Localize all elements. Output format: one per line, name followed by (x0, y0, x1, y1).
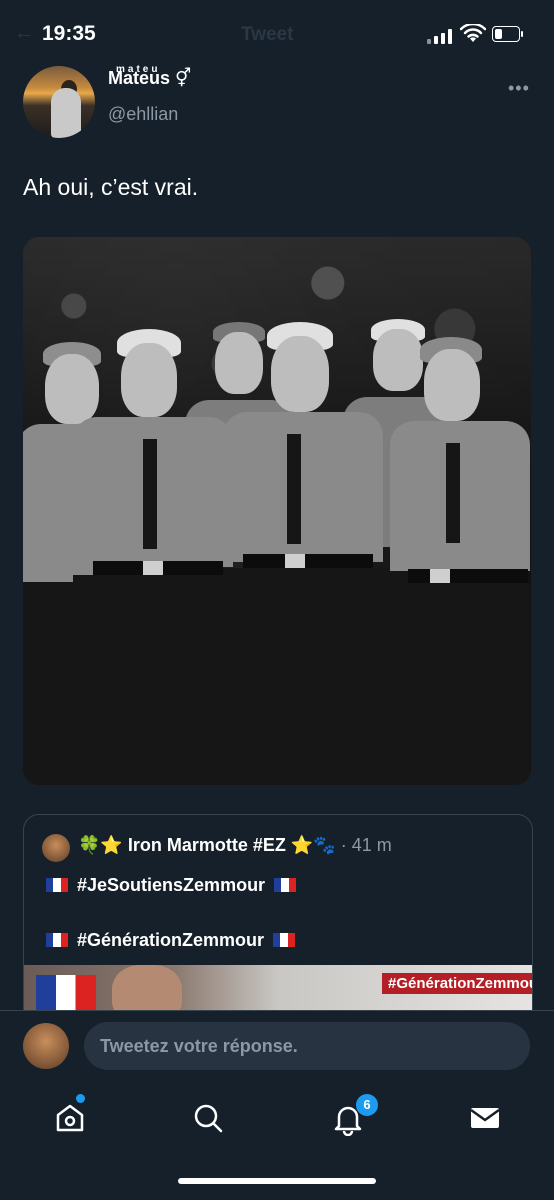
france-flag-icon (46, 876, 68, 892)
tweet-photo[interactable] (23, 237, 531, 785)
my-avatar[interactable] (23, 1023, 69, 1069)
display-name-superscript: mateu (116, 64, 161, 75)
home-notification-dot (76, 1094, 85, 1103)
display-name[interactable]: Mateus mateu ⚥ (108, 64, 192, 89)
avatar[interactable] (23, 66, 95, 138)
quoted-hashtag-line-2: #GénérationZemmour (42, 930, 299, 951)
quoted-time: · 41 m (340, 835, 392, 855)
user-handle[interactable]: @ehllian (108, 104, 178, 125)
reply-placeholder: Tweetez votre réponse. (100, 1036, 298, 1056)
mail-icon[interactable] (467, 1100, 503, 1136)
quoted-image-banner: #GénérationZemmour (382, 973, 532, 994)
header-title: Tweet (241, 24, 294, 45)
emoji-suffix: ⭐🐾 (290, 835, 336, 855)
back-arrow-icon[interactable]: ← (14, 22, 34, 45)
quoted-hashtag-line-1: #JeSoutiensZemmour (42, 875, 300, 896)
gender-symbol-icon: ⚥ (175, 68, 192, 88)
status-time: 19:35 (42, 22, 96, 45)
home-icon[interactable] (52, 1100, 88, 1136)
cellular-signal-icon (427, 28, 455, 44)
quoted-avatar (42, 834, 70, 862)
hashtag-link[interactable]: #GénérationZemmour (77, 930, 264, 950)
search-icon[interactable] (190, 1100, 226, 1136)
emoji-prefix: 🍀⭐ (78, 835, 123, 855)
battery-icon (492, 26, 524, 42)
wifi-icon (460, 24, 486, 42)
tweet-text: Ah oui, c’est vrai. (23, 174, 199, 200)
notification-badge: 6 (356, 1094, 378, 1116)
reply-input[interactable]: Tweetez votre réponse. (84, 1022, 530, 1070)
quoted-author: Iron Marmotte #EZ (127, 835, 286, 855)
quoted-header: 🍀⭐ Iron Marmotte #EZ ⭐🐾 · 41 m (78, 835, 392, 856)
france-flag-icon (274, 876, 297, 892)
france-flag-icon (273, 931, 296, 947)
more-options-icon[interactable]: ••• (508, 78, 530, 99)
home-indicator[interactable] (178, 1178, 376, 1184)
hashtag-link[interactable]: #JeSoutiensZemmour (77, 875, 265, 895)
france-flag-icon (46, 931, 68, 947)
